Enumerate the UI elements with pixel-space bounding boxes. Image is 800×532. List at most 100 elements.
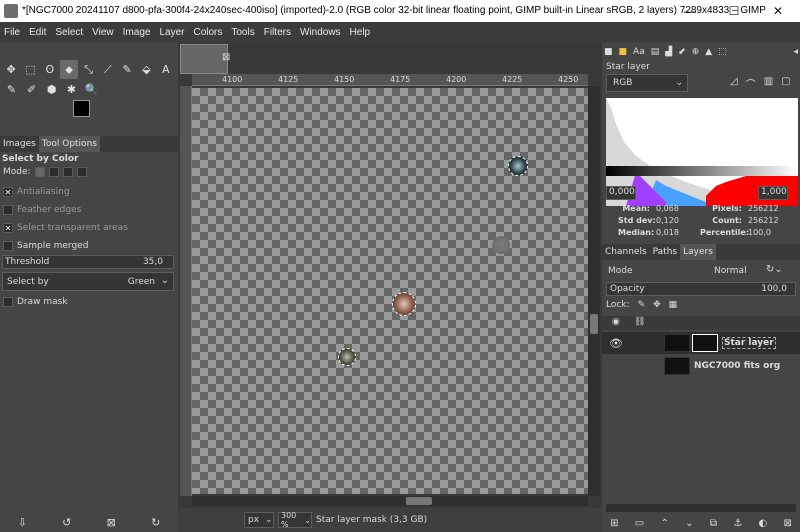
- zoom-dropdown[interactable]: 300 % ⌄: [278, 511, 312, 529]
- move-tool-icon[interactable]: ✥: [2, 60, 20, 79]
- sample-points-icon[interactable]: ⊕: [692, 47, 700, 57]
- duplicate-layer-icon[interactable]: ⧉: [710, 518, 717, 529]
- crop-tool-icon[interactable]: ⤡: [79, 60, 97, 79]
- select-transparent-option[interactable]: ✕ Select transparent areas: [3, 223, 128, 233]
- selection-editor-icon[interactable]: ▲: [705, 47, 712, 57]
- vertical-scrollbar-thumb[interactable]: [590, 314, 598, 334]
- anchor-layer-icon[interactable]: ⚓: [733, 518, 742, 529]
- maximize-button[interactable]: ☐: [712, 0, 756, 22]
- antialiasing-option[interactable]: ✕ Antialiasing: [3, 187, 70, 197]
- mode-intersect-icon[interactable]: [76, 167, 87, 177]
- document-icon[interactable]: ▤: [651, 47, 660, 57]
- save-options-icon[interactable]: ⇩: [18, 516, 27, 529]
- restore-options-icon[interactable]: ↺: [62, 516, 71, 529]
- menu-windows[interactable]: Windows: [300, 27, 341, 38]
- tab-tool-options[interactable]: Tool Options: [38, 136, 100, 152]
- text-tool-icon[interactable]: A: [157, 60, 175, 79]
- eye-icon[interactable]: 👁: [602, 337, 630, 350]
- lock-alpha-icon[interactable]: ▦: [669, 300, 678, 310]
- pattern-icon[interactable]: ■: [619, 47, 628, 57]
- selected-star[interactable]: [338, 348, 356, 366]
- layer-mode-value[interactable]: Normal: [714, 266, 747, 276]
- menu-view[interactable]: View: [92, 27, 114, 38]
- sample-merged-checkbox[interactable]: [3, 241, 13, 251]
- menu-image[interactable]: Image: [123, 27, 151, 38]
- image-tab-thumbnail[interactable]: [180, 44, 228, 74]
- layer-row-ngc7000[interactable]: NGC7000 fits org: [602, 355, 800, 377]
- menu-edit[interactable]: Edit: [29, 27, 46, 38]
- menu-filters[interactable]: Filters: [264, 27, 291, 38]
- range-low-input[interactable]: 0,000: [606, 186, 636, 200]
- tab-paths[interactable]: Paths: [650, 244, 680, 260]
- mask-icon[interactable]: ◐: [758, 518, 767, 529]
- unit-dropdown[interactable]: px ⌄: [244, 512, 274, 528]
- close-button[interactable]: ✕: [756, 0, 800, 22]
- lock-position-icon[interactable]: ✥: [653, 300, 661, 310]
- foreground-color-swatch[interactable]: [73, 100, 90, 117]
- mode-replace-icon[interactable]: [34, 167, 45, 177]
- menu-colors[interactable]: Colors: [193, 27, 222, 38]
- delete-layer-icon[interactable]: ⊠: [783, 518, 791, 529]
- select-transparent-checkbox[interactable]: ✕: [3, 223, 13, 233]
- selected-star[interactable]: [508, 156, 528, 176]
- zoom-tool-icon[interactable]: 🔍: [82, 80, 101, 99]
- layer-name[interactable]: Star layer: [722, 337, 776, 349]
- layer-mask-thumbnail[interactable]: [692, 334, 718, 352]
- new-group-icon[interactable]: ▭: [635, 518, 644, 529]
- threshold-slider[interactable]: Threshold 35,0: [2, 255, 174, 269]
- tab-layers[interactable]: Layers: [680, 244, 716, 260]
- feather-checkbox[interactable]: [3, 205, 13, 215]
- close-image-tab-icon[interactable]: ⊠: [222, 52, 230, 63]
- rect-select-tool-icon[interactable]: ⬚: [21, 60, 39, 79]
- menu-tools[interactable]: Tools: [231, 27, 254, 38]
- menu-select[interactable]: Select: [55, 27, 83, 38]
- fill-tool-icon[interactable]: ⬙: [137, 60, 155, 79]
- horizontal-scrollbar[interactable]: [192, 496, 588, 506]
- layer-row-star[interactable]: 👁 Star layer: [602, 332, 800, 354]
- opacity-slider[interactable]: Opacity 100,0: [606, 282, 796, 296]
- delete-options-icon[interactable]: ⊠: [107, 516, 116, 529]
- sample-merged-option[interactable]: Sample merged: [3, 241, 88, 251]
- mode-subtract-icon[interactable]: [62, 167, 73, 177]
- vertical-scrollbar[interactable]: [588, 86, 600, 496]
- new-layer-icon[interactable]: ⊞: [610, 518, 618, 529]
- select-by-dropdown[interactable]: Select by Green ⌄: [2, 272, 174, 291]
- feather-option[interactable]: Feather edges: [3, 205, 81, 215]
- tab-channels[interactable]: Channels: [602, 244, 650, 260]
- antialiasing-checkbox[interactable]: ✕: [3, 187, 13, 197]
- eraser-tool-icon[interactable]: ✐: [22, 80, 41, 99]
- pointer-icon[interactable]: ⬋: [678, 47, 686, 57]
- log-scale-icon[interactable]: ⌒: [746, 76, 756, 91]
- colors-icon[interactable]: ⬚: [718, 47, 727, 57]
- warp-tool-icon[interactable]: ✎: [118, 60, 136, 79]
- heal-tool-icon[interactable]: ✱: [62, 80, 81, 99]
- minimize-button[interactable]: —: [668, 0, 712, 22]
- raise-layer-icon[interactable]: ⌃: [661, 518, 669, 529]
- fonts-icon[interactable]: Aa: [633, 47, 645, 57]
- tab-images[interactable]: Images: [0, 136, 39, 152]
- palette-icon[interactable]: ■: [604, 47, 613, 57]
- layers-scrollbar[interactable]: [606, 504, 796, 512]
- range-high-input[interactable]: 1,000: [758, 186, 788, 200]
- horizontal-scrollbar-thumb[interactable]: [406, 497, 432, 505]
- channel-scale-icon[interactable]: ▥: [764, 76, 773, 91]
- linear-scale-icon[interactable]: ◿: [730, 76, 738, 91]
- draw-mask-option[interactable]: Draw mask: [3, 297, 68, 307]
- menu-file[interactable]: File: [4, 27, 20, 38]
- paintbrush-tool-icon[interactable]: ✎: [2, 80, 21, 99]
- reset-options-icon[interactable]: ↻: [151, 516, 160, 529]
- select-by-color-tool-icon[interactable]: ⬥: [59, 60, 79, 79]
- smudge-tool-icon[interactable]: ⬢: [42, 80, 61, 99]
- dock-menu-icon[interactable]: ◂: [793, 47, 798, 57]
- menu-help[interactable]: Help: [350, 27, 371, 38]
- lower-layer-icon[interactable]: ⌄: [685, 518, 693, 529]
- layer-name[interactable]: NGC7000 fits org: [694, 361, 780, 371]
- selected-star[interactable]: [392, 292, 416, 316]
- histogram-icon[interactable]: ▟: [665, 47, 672, 57]
- mode-add-icon[interactable]: [48, 167, 59, 177]
- lock-pixels-icon[interactable]: ✎: [638, 300, 646, 310]
- mode-switch-icon[interactable]: ↻⌄: [766, 264, 783, 275]
- channel-dropdown[interactable]: RGB ⌄: [606, 74, 688, 92]
- menu-layer[interactable]: Layer: [159, 27, 184, 38]
- image-canvas[interactable]: [192, 88, 588, 494]
